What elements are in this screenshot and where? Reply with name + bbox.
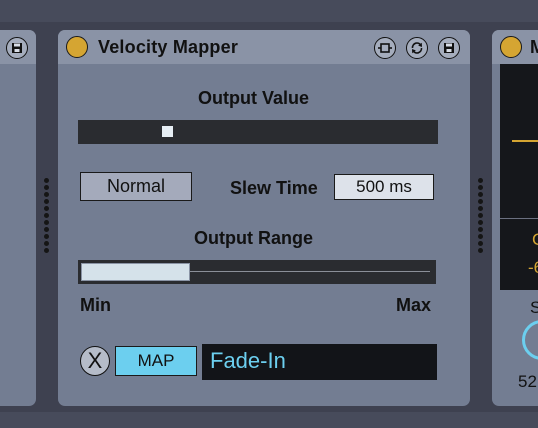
range-max-label: Max [396,295,432,315]
map-button[interactable]: MAP [115,346,197,376]
device-title: Velocity Mapper [98,37,239,57]
right-knob[interactable] [522,320,538,360]
slew-time-label: Slew Time [230,178,318,198]
mode-button[interactable]: Normal [80,172,192,201]
left-device [0,30,36,406]
refresh-button[interactable] [406,37,428,59]
refresh-icon [411,42,423,54]
save-button[interactable] [438,37,460,59]
right-knob-value: 52 [518,372,537,391]
output-value-indicator [162,126,173,137]
output-value-meter [78,120,438,144]
right-device: M C -6 S 52 [492,30,538,406]
output-range-track [190,271,430,272]
velocity-mapper-device: Velocity Mapper Output Value Normal Slew… [58,30,470,406]
right-display-separator [500,218,538,219]
right-device-display [500,64,538,290]
right-device-title: M [530,37,538,57]
output-range-selection[interactable] [81,263,190,281]
resize-icon [378,43,392,53]
right-knob-label: S [530,298,538,317]
left-save-button[interactable] [6,37,28,59]
output-value-label: Output Value [198,88,310,108]
mapped-parameter-display: Fade-In [202,344,437,380]
right-readout-2: -6 [528,258,538,277]
range-min-label: Min [80,295,111,315]
device-drag-grip[interactable] [44,178,49,255]
top-strip [0,0,538,22]
remove-mapping-button[interactable]: X [80,346,110,376]
right-device-titlebar: M [492,30,538,64]
remove-mapping-label: X [87,348,103,373]
output-range-label: Output Range [194,228,313,248]
right-readout-1: C [532,230,538,250]
save-icon [12,43,22,53]
left-device-titlebar [0,30,36,64]
resize-button[interactable] [374,37,396,59]
output-range-slider[interactable] [78,260,436,284]
save-icon [444,43,454,53]
device-power-button[interactable] [66,36,88,58]
right-display-line [512,140,538,142]
bottom-strip [0,412,538,428]
device-titlebar: Velocity Mapper [58,30,470,64]
slew-time-field[interactable]: 500 ms [334,174,434,200]
right-device-power-button[interactable] [500,36,522,58]
device-drag-grip[interactable] [478,178,483,255]
